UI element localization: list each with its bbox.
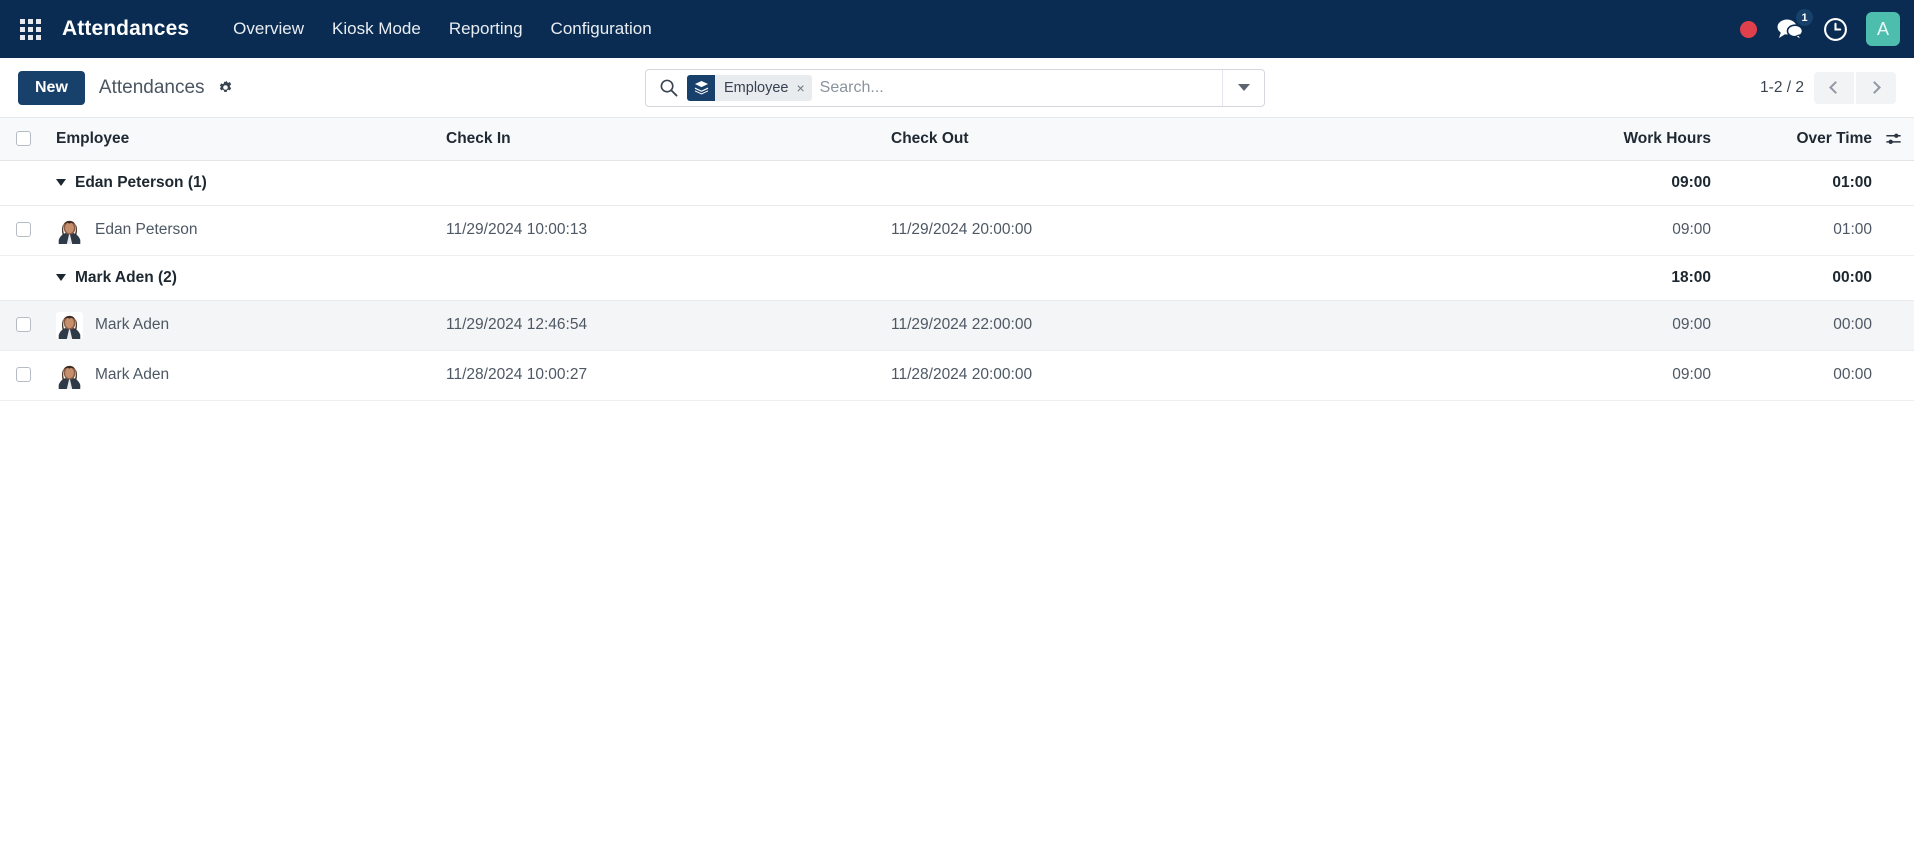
group-toggle-edan-peterson[interactable]: Edan Peterson (1) — [56, 174, 207, 192]
attendance-table-body: Edan Peterson (1) 09:00 01:00 — [0, 160, 1914, 400]
menu-item-reporting[interactable]: Reporting — [435, 11, 537, 47]
user-avatar[interactable]: A — [1866, 12, 1900, 46]
top-navbar: Attendances Overview Kiosk Mode Reportin… — [0, 0, 1914, 58]
group-spacer-cell — [0, 255, 46, 300]
user-avatar-initial: A — [1877, 19, 1889, 40]
chat-bubbles-icon[interactable]: 1 — [1775, 16, 1805, 42]
column-header-over-time[interactable]: Over Time — [1721, 118, 1914, 160]
group-toggle-mark-aden[interactable]: Mark Aden (2) — [56, 269, 177, 287]
cell-employee: Mark Aden — [46, 350, 436, 400]
layers-group-icon[interactable] — [687, 75, 715, 101]
group-label-cell[interactable]: Mark Aden (2) — [46, 255, 436, 300]
column-header-check-out[interactable]: Check Out — [881, 118, 1521, 160]
group-work-hours-total: 09:00 — [1521, 160, 1721, 205]
chevron-left-icon — [1829, 81, 1842, 94]
row-select-cell — [0, 350, 46, 400]
group-over-time-total: 01:00 — [1721, 160, 1914, 205]
row-checkbox[interactable] — [16, 367, 31, 382]
column-header-employee[interactable]: Employee — [46, 118, 436, 160]
cell-over-time: 01:00 — [1721, 205, 1914, 255]
menu-item-configuration[interactable]: Configuration — [537, 11, 666, 47]
pager: 1-2 / 2 — [1760, 72, 1896, 104]
pager-previous-button[interactable] — [1814, 72, 1854, 104]
group-header-row[interactable]: Mark Aden (2) 18:00 00:00 — [0, 255, 1914, 300]
chevron-right-icon — [1868, 81, 1881, 94]
column-header-check-in[interactable]: Check In — [436, 118, 881, 160]
messages-count-badge: 1 — [1796, 9, 1813, 26]
group-check-in-cell — [436, 160, 881, 205]
avatar — [56, 362, 83, 389]
cell-work-hours: 09:00 — [1521, 300, 1721, 350]
breadcrumb-item-attendances[interactable]: Attendances — [99, 77, 205, 99]
row-checkbox[interactable] — [16, 317, 31, 332]
new-button[interactable]: New — [18, 71, 85, 105]
cell-check-out: 11/29/2024 22:00:00 — [881, 300, 1521, 350]
cell-check-out: 11/28/2024 20:00:00 — [881, 350, 1521, 400]
caret-down-icon — [56, 274, 66, 281]
column-header-over-time-label: Over Time — [1796, 130, 1872, 147]
group-check-out-cell — [881, 255, 1521, 300]
clock-icon[interactable] — [1823, 17, 1848, 42]
cell-work-hours: 09:00 — [1521, 205, 1721, 255]
group-header-row[interactable]: Edan Peterson (1) 09:00 01:00 — [0, 160, 1914, 205]
app-brand-title[interactable]: Attendances — [62, 17, 189, 41]
gear-icon[interactable] — [217, 79, 234, 96]
group-over-time-total: 00:00 — [1721, 255, 1914, 300]
search-dropdown-toggle[interactable] — [1222, 70, 1264, 106]
caret-down-icon — [56, 179, 66, 186]
employee-name: Mark Aden — [95, 316, 169, 334]
cell-check-in: 11/29/2024 10:00:13 — [436, 205, 881, 255]
cell-over-time: 00:00 — [1721, 350, 1914, 400]
control-panel: New Attendances Employee — [0, 58, 1914, 118]
breadcrumb: Attendances — [99, 77, 234, 99]
group-label: Edan Peterson (1) — [75, 174, 207, 192]
cell-employee: Mark Aden — [46, 300, 436, 350]
menu-item-overview[interactable]: Overview — [219, 11, 318, 47]
search-facet-label: Employee — [724, 80, 788, 96]
table-row[interactable]: Mark Aden 11/29/2024 12:46:54 11/29/2024… — [0, 300, 1914, 350]
group-check-out-cell — [881, 160, 1521, 205]
cell-check-in: 11/28/2024 10:00:27 — [436, 350, 881, 400]
cell-work-hours: 09:00 — [1521, 350, 1721, 400]
search-input[interactable] — [820, 79, 1222, 97]
cell-check-out: 11/29/2024 20:00:00 — [881, 205, 1521, 255]
table-row[interactable]: Mark Aden 11/28/2024 10:00:27 11/28/2024… — [0, 350, 1914, 400]
cell-employee: Edan Peterson — [46, 205, 436, 255]
group-work-hours-total: 18:00 — [1521, 255, 1721, 300]
main-menu: Overview Kiosk Mode Reporting Configurat… — [219, 11, 666, 47]
group-label-cell[interactable]: Edan Peterson (1) — [46, 160, 436, 205]
avatar — [56, 312, 83, 339]
row-select-cell — [0, 300, 46, 350]
pager-next-button[interactable] — [1856, 72, 1896, 104]
employee-name: Mark Aden — [95, 366, 169, 384]
chevron-down-icon — [1238, 84, 1250, 91]
table-row[interactable]: Edan Peterson 11/29/2024 10:00:13 11/29/… — [0, 205, 1914, 255]
pager-range: 1-2 / 2 — [1760, 79, 1804, 97]
search-facet-employee: Employee × — [687, 75, 812, 101]
cell-check-in: 11/29/2024 12:46:54 — [436, 300, 881, 350]
attendance-table: Employee Check In Check Out Work Hours O… — [0, 118, 1914, 401]
search-facet-remove-icon[interactable]: × — [796, 81, 804, 95]
row-select-cell — [0, 205, 46, 255]
search-bar: Employee × — [645, 69, 1265, 107]
group-spacer-cell — [0, 160, 46, 205]
select-all-header — [0, 118, 46, 160]
apps-grid-icon[interactable] — [8, 7, 52, 51]
sliders-icon[interactable] — [1885, 131, 1902, 146]
column-header-work-hours[interactable]: Work Hours — [1521, 118, 1721, 160]
record-dot-icon[interactable] — [1740, 21, 1757, 38]
menu-item-kiosk-mode[interactable]: Kiosk Mode — [318, 11, 435, 47]
group-check-in-cell — [436, 255, 881, 300]
row-checkbox[interactable] — [16, 222, 31, 237]
select-all-checkbox[interactable] — [16, 131, 31, 146]
table-header-row: Employee Check In Check Out Work Hours O… — [0, 118, 1914, 160]
navbar-right-tools: 1 A — [1740, 0, 1900, 58]
group-label: Mark Aden (2) — [75, 269, 177, 287]
employee-name: Edan Peterson — [95, 221, 198, 239]
search-icon — [646, 78, 687, 97]
cell-over-time: 00:00 — [1721, 300, 1914, 350]
attendance-list-view: Employee Check In Check Out Work Hours O… — [0, 118, 1914, 868]
avatar — [56, 217, 83, 244]
